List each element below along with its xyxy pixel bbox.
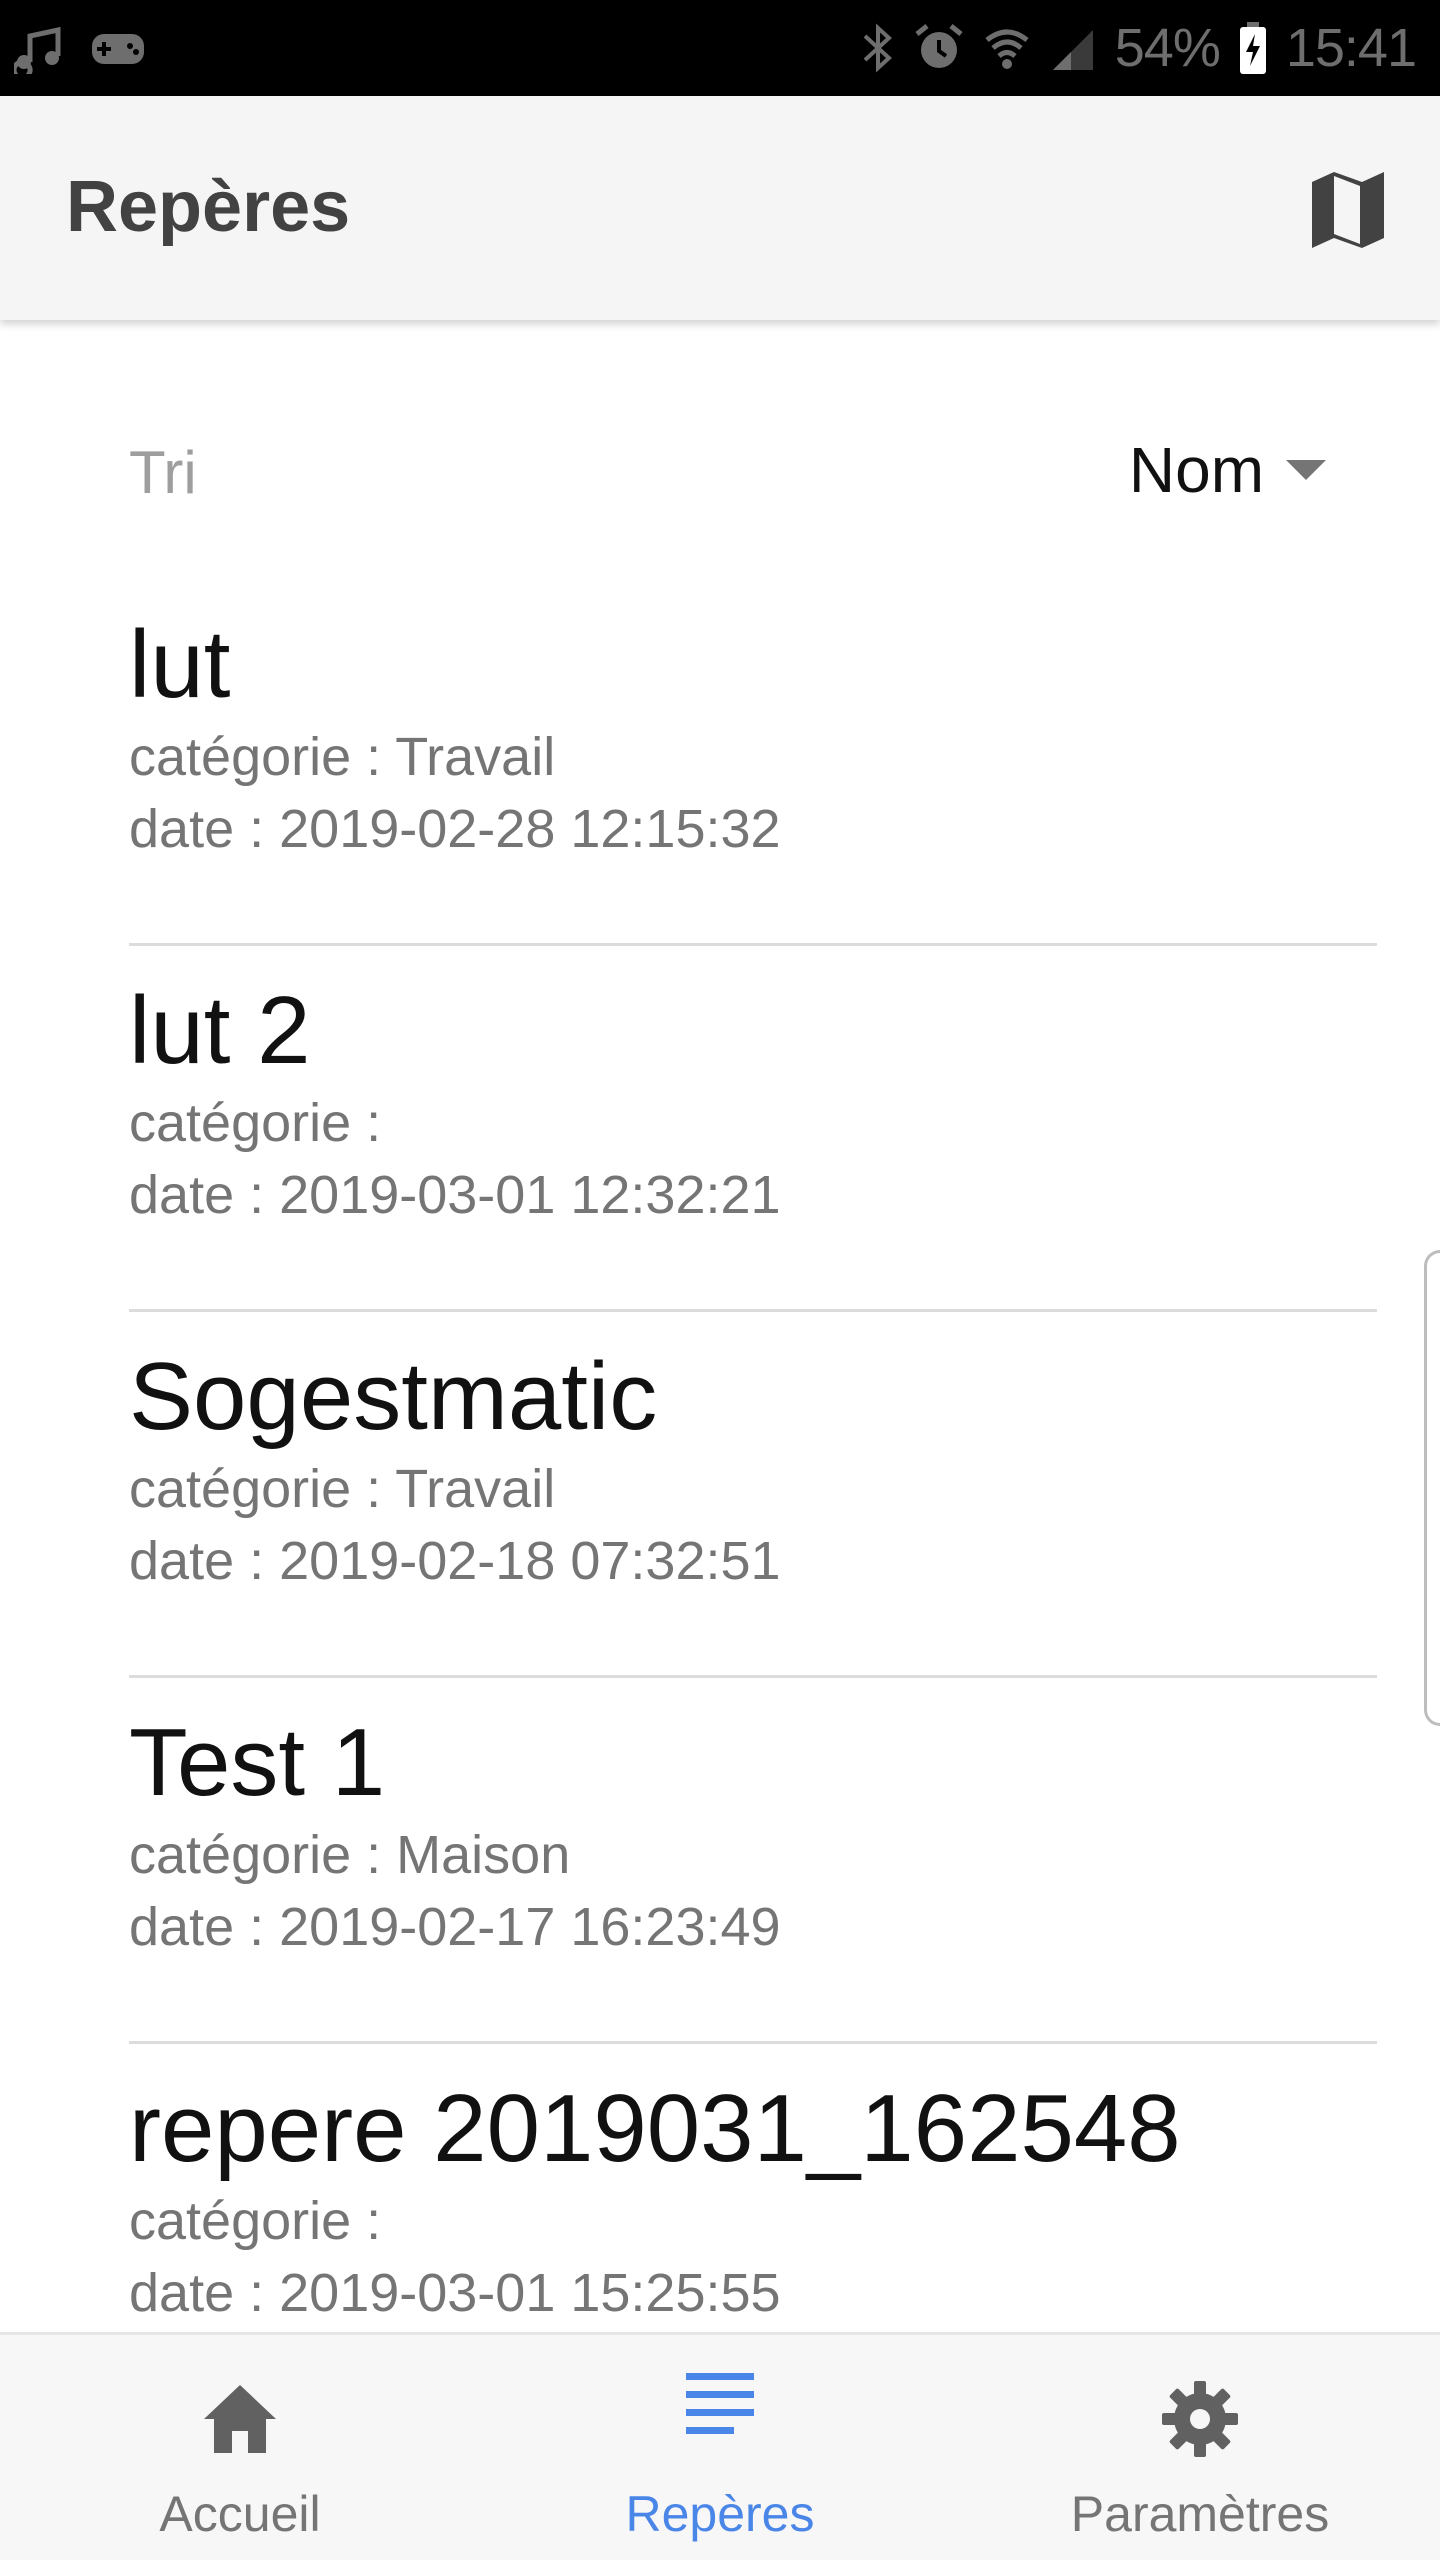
marker-date: date : 2019-03-01 12:32:21 bbox=[129, 1164, 781, 1226]
date-label: date : bbox=[129, 799, 265, 859]
date-value: 2019-02-28 12:15:32 bbox=[279, 799, 781, 859]
controller-icon bbox=[88, 22, 148, 74]
status-right: 54% 15:41 bbox=[861, 18, 1417, 78]
list-item[interactable]: Sogestmatic catégorie : Travail date : 2… bbox=[129, 1312, 1377, 1678]
marker-category: catégorie : Travail bbox=[129, 1458, 555, 1520]
marker-category: catégorie : bbox=[129, 1092, 381, 1154]
marker-name: Test 1 bbox=[129, 1709, 386, 1816]
date-label: date : bbox=[129, 1165, 265, 1225]
map-icon bbox=[1312, 172, 1384, 248]
date-label: date : bbox=[129, 2263, 265, 2323]
marker-name: lut 2 bbox=[129, 977, 311, 1084]
nav-item-reperes[interactable]: Repères bbox=[560, 2335, 880, 2563]
list-item[interactable]: Test 1 catégorie : Maison date : 2019-02… bbox=[129, 1678, 1377, 2044]
status-left bbox=[14, 22, 148, 74]
category-label: catégorie : bbox=[129, 1825, 382, 1885]
date-label: date : bbox=[129, 1531, 265, 1591]
category-label: catégorie : bbox=[129, 727, 382, 787]
list-icon bbox=[686, 2373, 754, 2434]
map-button[interactable] bbox=[1302, 164, 1394, 256]
marker-category: catégorie : Maison bbox=[129, 1824, 570, 1886]
marker-list[interactable]: lut catégorie : Travail date : 2019-02-2… bbox=[129, 580, 1377, 2332]
edge-panel-handle[interactable] bbox=[1424, 1250, 1440, 1726]
marker-date: date : 2019-02-18 07:32:51 bbox=[129, 1530, 781, 1592]
nav-item-accueil[interactable]: Accueil bbox=[80, 2335, 400, 2563]
battery-charging-icon bbox=[1238, 20, 1268, 76]
date-value: 2019-02-17 16:23:49 bbox=[279, 1897, 781, 1957]
category-value: Travail bbox=[395, 1459, 556, 1519]
nav-label: Repères bbox=[625, 2486, 815, 2542]
date-value: 2019-03-01 12:32:21 bbox=[279, 1165, 781, 1225]
marker-name: Sogestmatic bbox=[129, 1343, 658, 1450]
marker-category: catégorie : bbox=[129, 2190, 381, 2252]
gear-icon bbox=[1162, 2381, 1238, 2457]
home-icon bbox=[204, 2385, 276, 2453]
date-value: 2019-03-01 15:25:55 bbox=[279, 2263, 781, 2323]
signal-icon bbox=[1049, 22, 1097, 74]
list-item[interactable]: repere 2019031_162548 catégorie : date :… bbox=[129, 2044, 1377, 2332]
list-item[interactable]: lut 2 catégorie : date : 2019-03-01 12:3… bbox=[129, 946, 1377, 1312]
marker-date: date : 2019-03-01 15:25:55 bbox=[129, 2262, 781, 2324]
category-value: Travail bbox=[395, 727, 556, 787]
marker-category: catégorie : Travail bbox=[129, 726, 555, 788]
sort-label: Tri bbox=[129, 439, 197, 506]
sort-selected-value: Nom bbox=[1128, 434, 1264, 506]
app-bar: Repères bbox=[0, 96, 1440, 320]
sort-dropdown[interactable]: Nom bbox=[1129, 430, 1326, 510]
status-bar: 54% 15:41 bbox=[0, 0, 1440, 96]
date-value: 2019-02-18 07:32:51 bbox=[279, 1531, 781, 1591]
marker-date: date : 2019-02-17 16:23:49 bbox=[129, 1896, 781, 1958]
caret-down-icon bbox=[1286, 460, 1326, 480]
music-icon bbox=[14, 22, 66, 74]
battery-percent: 54% bbox=[1114, 18, 1221, 78]
alarm-icon bbox=[913, 22, 965, 74]
category-label: catégorie : bbox=[129, 1459, 382, 1519]
category-label: catégorie : bbox=[129, 2191, 382, 2251]
category-label: catégorie : bbox=[129, 1093, 382, 1153]
list-item[interactable]: lut catégorie : Travail date : 2019-02-2… bbox=[129, 580, 1377, 946]
nav-item-parametres[interactable]: Paramètres bbox=[1040, 2335, 1360, 2563]
clock: 15:41 bbox=[1285, 18, 1417, 78]
bottom-nav: Accueil Repères Paramètres bbox=[0, 2332, 1440, 2560]
marker-date: date : 2019-02-28 12:15:32 bbox=[129, 798, 781, 860]
date-label: date : bbox=[129, 1897, 265, 1957]
marker-name: repere 2019031_162548 bbox=[129, 2075, 1181, 2182]
nav-label: Accueil bbox=[159, 2486, 321, 2542]
bluetooth-icon bbox=[861, 20, 895, 76]
marker-name: lut bbox=[129, 611, 231, 718]
page-title: Repères bbox=[66, 167, 351, 247]
category-value: Maison bbox=[396, 1825, 571, 1885]
nav-label: Paramètres bbox=[1070, 2486, 1330, 2542]
wifi-icon bbox=[983, 22, 1031, 74]
